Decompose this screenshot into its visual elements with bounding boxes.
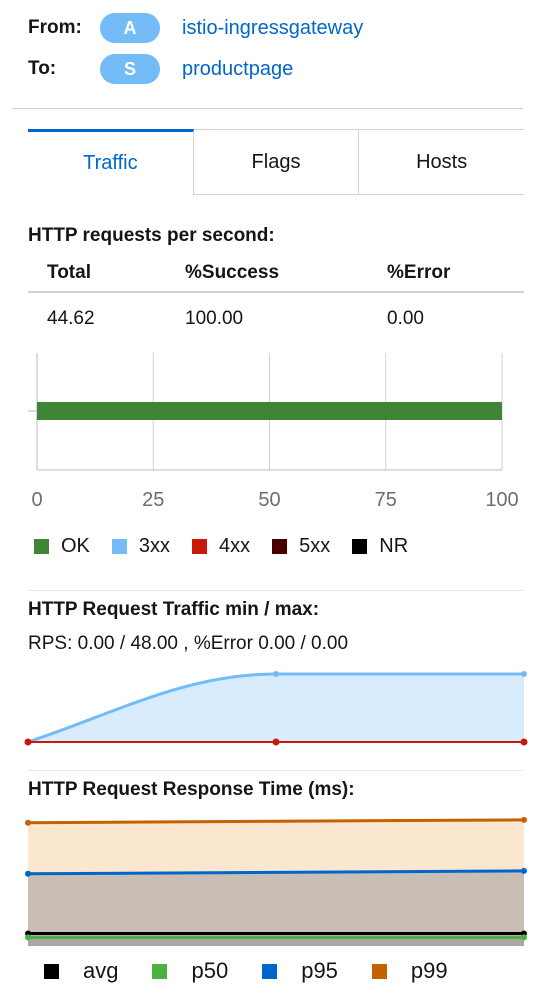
rps-header-row: Total %Success %Error (28, 255, 524, 293)
service-badge: S (100, 54, 160, 84)
x-tick-label: 0 (31, 489, 42, 511)
edge-to-row: To: S productpage (28, 54, 293, 84)
legend-ok: OK (34, 535, 90, 558)
tab-traffic[interactable]: Traffic (28, 129, 194, 195)
col-total: Total (47, 262, 91, 283)
rps-bar-chart: 0 25 50 75 100 (28, 353, 519, 511)
response-title: HTTP Request Response Time (ms): (28, 779, 355, 800)
p99-point (521, 816, 527, 823)
x-tick-label: 25 (142, 489, 164, 511)
legend-ok-swatch (34, 539, 49, 554)
section-divider (28, 770, 523, 771)
app-badge: A (100, 13, 160, 43)
error-point (520, 738, 528, 746)
legend-p99: p99 (371, 958, 448, 984)
legend-nr-swatch (352, 539, 368, 554)
response-time-chart (25, 816, 527, 946)
rps-table: Total %Success %Error 44.62 100.00 0.00 (28, 255, 524, 345)
legend-p95-label: p95 (301, 958, 338, 983)
legend-p99-label: p99 (410, 958, 448, 983)
to-node-link[interactable]: productpage (182, 58, 293, 81)
legend-p50-swatch (152, 963, 168, 979)
legend-avg: avg (44, 958, 118, 984)
legend-5xx-label: 5xx (299, 535, 331, 557)
tab-flags[interactable]: Flags (193, 129, 360, 195)
p95-point (25, 870, 31, 877)
rps-value-row: 44.62 100.00 0.00 (28, 293, 524, 345)
p99-point (25, 819, 31, 826)
section-divider (28, 590, 523, 591)
legend-ok-label: OK (61, 535, 90, 557)
x-tick-label: 100 (485, 489, 518, 511)
error-point (272, 738, 280, 746)
legend-4xx-label: 4xx (219, 535, 251, 557)
legend-p50-label: p50 (191, 958, 229, 983)
header-divider (12, 108, 523, 109)
legend-4xx-swatch (192, 539, 208, 554)
traffic-title: HTTP Request Traffic min / max: (28, 599, 320, 620)
legend-p99-swatch (371, 963, 387, 979)
tab-bar: Traffic Flags Hosts (28, 129, 525, 195)
tab-hosts[interactable]: Hosts (359, 129, 525, 195)
legend-avg-label: avg (83, 958, 119, 983)
legend-nr-label: NR (379, 535, 409, 557)
legend-avg-swatch (44, 963, 59, 979)
legend-3xx: 3xx (111, 535, 171, 558)
legend-3xx-label: 3xx (138, 535, 171, 557)
legend-p50: p50 (152, 958, 228, 984)
error-point (24, 738, 32, 746)
rt-legend: avg p50 p95 p99 (44, 958, 448, 984)
rps-legend: OK 3xx 4xx 5xx NR (34, 535, 430, 558)
rps-point (273, 671, 279, 677)
error-value: 0.00 (387, 308, 424, 329)
edge-from-row: From: A istio-ingressgateway (28, 13, 363, 43)
bar-ok (37, 402, 502, 420)
p50-point (521, 934, 527, 941)
rps-title: HTTP requests per second: (28, 225, 275, 246)
legend-3xx-swatch (111, 539, 127, 554)
rps-point (521, 671, 527, 677)
rps-area (28, 674, 524, 742)
success-value: 100.00 (185, 308, 244, 329)
col-success: %Success (185, 262, 280, 283)
col-error: %Error (387, 262, 451, 283)
p95-point (521, 867, 527, 874)
traffic-sparkline (24, 671, 528, 746)
legend-nr: NR (352, 535, 408, 558)
legend-p95: p95 (262, 958, 338, 984)
x-tick-label: 75 (375, 489, 397, 511)
to-label: To: (28, 58, 57, 79)
legend-5xx: 5xx (272, 535, 330, 558)
x-tick-label: 50 (258, 489, 280, 511)
legend-4xx: 4xx (192, 535, 250, 558)
legend-5xx-swatch (272, 539, 288, 554)
legend-p95-swatch (262, 963, 278, 979)
traffic-summary: RPS: 0.00 / 48.00 , %Error 0.00 / 0.00 (28, 633, 349, 654)
from-label: From: (28, 17, 82, 38)
total-value: 44.62 (47, 308, 95, 329)
from-node-link[interactable]: istio-ingressgateway (182, 17, 363, 40)
p50-point (25, 934, 31, 941)
